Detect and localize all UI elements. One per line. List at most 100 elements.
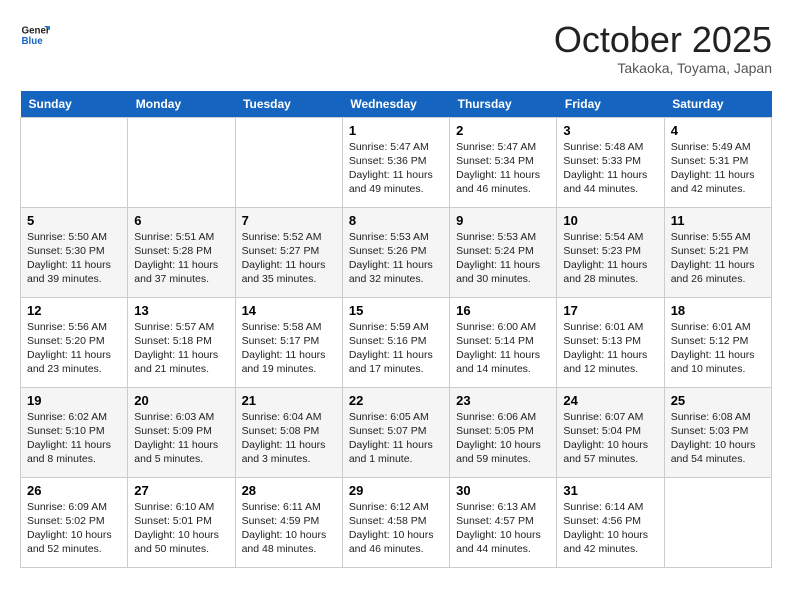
calendar-cell: 26Sunrise: 6:09 AMSunset: 5:02 PMDayligh… (21, 477, 128, 567)
cell-content: Sunrise: 5:48 AMSunset: 5:33 PMDaylight:… (563, 140, 657, 197)
day-number: 30 (456, 483, 550, 498)
day-number: 13 (134, 303, 228, 318)
cell-content: Sunrise: 6:14 AMSunset: 4:56 PMDaylight:… (563, 500, 657, 557)
calendar-cell: 7 Sunrise: 5:52 AMSunset: 5:27 PMDaylight… (235, 207, 342, 297)
calendar-week-row: 5Sunrise: 5:50 AMSunset: 5:30 PMDaylight… (21, 207, 772, 297)
calendar-cell: 13 Sunrise: 5:57 AMSunset: 5:18 PMDayligh… (128, 297, 235, 387)
calendar-cell (21, 117, 128, 207)
calendar-cell: 8Sunrise: 5:53 AMSunset: 5:26 PMDaylight… (342, 207, 449, 297)
calendar-cell: 10 Sunrise: 5:54 AMSunset: 5:23 PMDayligh… (557, 207, 664, 297)
cell-content: Sunrise: 6:05 AMSunset: 5:07 PMDaylight:… (349, 410, 443, 467)
day-number: 24 (563, 393, 657, 408)
cell-content: Sunrise: 6:00 AMSunset: 5:14 PMDaylight:… (456, 320, 550, 377)
calendar-cell: 1 Sunrise: 5:47 AMSunset: 5:36 PMDaylight… (342, 117, 449, 207)
day-number: 29 (349, 483, 443, 498)
logo-icon: General Blue (20, 20, 50, 50)
cell-content: Sunrise: 6:08 AMSunset: 5:03 PMDaylight:… (671, 410, 765, 467)
month-title: October 2025 (554, 20, 772, 60)
day-number: 5 (27, 213, 121, 228)
cell-content: Sunrise: 6:13 AMSunset: 4:57 PMDaylight:… (456, 500, 550, 557)
calendar-cell: 11 Sunrise: 5:55 AMSunset: 5:21 PMDayligh… (664, 207, 771, 297)
cell-content: Sunrise: 6:04 AMSunset: 5:08 PMDaylight:… (242, 410, 336, 467)
day-number: 19 (27, 393, 121, 408)
cell-content: Sunrise: 5:59 AMSunset: 5:16 PMDaylight:… (349, 320, 443, 377)
cell-content: Sunrise: 6:06 AMSunset: 5:05 PMDaylight:… (456, 410, 550, 467)
day-number: 15 (349, 303, 443, 318)
cell-content: Sunrise: 5:57 AMSunset: 5:18 PMDaylight:… (134, 320, 228, 377)
day-number: 21 (242, 393, 336, 408)
calendar-cell (235, 117, 342, 207)
calendar-cell: 17Sunrise: 6:01 AMSunset: 5:13 PMDayligh… (557, 297, 664, 387)
cell-content: Sunrise: 5:54 AMSunset: 5:23 PMDaylight:… (563, 230, 657, 287)
calendar-cell: 15 Sunrise: 5:59 AMSunset: 5:16 PMDayligh… (342, 297, 449, 387)
day-number: 1 (349, 123, 443, 138)
calendar-cell: 14 Sunrise: 5:58 AMSunset: 5:17 PMDayligh… (235, 297, 342, 387)
calendar-week-row: 19 Sunrise: 6:02 AMSunset: 5:10 PMDayligh… (21, 387, 772, 477)
calendar-cell: 16Sunrise: 6:00 AMSunset: 5:14 PMDayligh… (450, 297, 557, 387)
calendar-cell: 2 Sunrise: 5:47 AMSunset: 5:34 PMDaylight… (450, 117, 557, 207)
weekday-header: Wednesday (342, 91, 449, 118)
day-number: 22 (349, 393, 443, 408)
day-number: 3 (563, 123, 657, 138)
calendar-cell: 6 Sunrise: 5:51 AMSunset: 5:28 PMDaylight… (128, 207, 235, 297)
day-number: 28 (242, 483, 336, 498)
day-number: 12 (27, 303, 121, 318)
location: Takaoka, Toyama, Japan (554, 60, 772, 76)
calendar-cell: 27Sunrise: 6:10 AMSunset: 5:01 PMDayligh… (128, 477, 235, 567)
cell-content: Sunrise: 5:56 AMSunset: 5:20 PMDaylight:… (27, 320, 121, 377)
cell-content: Sunrise: 6:11 AMSunset: 4:59 PMDaylight:… (242, 500, 336, 557)
calendar-cell: 3 Sunrise: 5:48 AMSunset: 5:33 PMDaylight… (557, 117, 664, 207)
day-number: 23 (456, 393, 550, 408)
calendar-cell: 5Sunrise: 5:50 AMSunset: 5:30 PMDaylight… (21, 207, 128, 297)
calendar-cell: 23 Sunrise: 6:06 AMSunset: 5:05 PMDayligh… (450, 387, 557, 477)
weekday-header: Thursday (450, 91, 557, 118)
page-header: General Blue General Blue October 2025 T… (20, 20, 772, 76)
calendar-cell: 25 Sunrise: 6:08 AMSunset: 5:03 PMDayligh… (664, 387, 771, 477)
calendar-week-row: 26Sunrise: 6:09 AMSunset: 5:02 PMDayligh… (21, 477, 772, 567)
calendar-cell: 9Sunrise: 5:53 AMSunset: 5:24 PMDaylight… (450, 207, 557, 297)
svg-text:Blue: Blue (22, 36, 44, 47)
day-number: 4 (671, 123, 765, 138)
day-number: 14 (242, 303, 336, 318)
weekday-header: Tuesday (235, 91, 342, 118)
calendar-cell: 18Sunrise: 6:01 AMSunset: 5:12 PMDayligh… (664, 297, 771, 387)
cell-content: Sunrise: 6:10 AMSunset: 5:01 PMDaylight:… (134, 500, 228, 557)
day-number: 10 (563, 213, 657, 228)
calendar-week-row: 1 Sunrise: 5:47 AMSunset: 5:36 PMDaylight… (21, 117, 772, 207)
day-number: 6 (134, 213, 228, 228)
cell-content: Sunrise: 5:58 AMSunset: 5:17 PMDaylight:… (242, 320, 336, 377)
weekday-header-row: SundayMondayTuesdayWednesdayThursdayFrid… (21, 91, 772, 118)
cell-content: Sunrise: 5:55 AMSunset: 5:21 PMDaylight:… (671, 230, 765, 287)
calendar-cell: 19 Sunrise: 6:02 AMSunset: 5:10 PMDayligh… (21, 387, 128, 477)
calendar-cell: 24 Sunrise: 6:07 AMSunset: 5:04 PMDayligh… (557, 387, 664, 477)
day-number: 2 (456, 123, 550, 138)
calendar-cell: 28 Sunrise: 6:11 AMSunset: 4:59 PMDayligh… (235, 477, 342, 567)
calendar-cell: 30 Sunrise: 6:13 AMSunset: 4:57 PMDayligh… (450, 477, 557, 567)
weekday-header: Saturday (664, 91, 771, 118)
weekday-header: Monday (128, 91, 235, 118)
calendar-cell: 21 Sunrise: 6:04 AMSunset: 5:08 PMDayligh… (235, 387, 342, 477)
day-number: 20 (134, 393, 228, 408)
calendar-cell (128, 117, 235, 207)
cell-content: Sunrise: 6:07 AMSunset: 5:04 PMDaylight:… (563, 410, 657, 467)
weekday-header: Sunday (21, 91, 128, 118)
cell-content: Sunrise: 5:47 AMSunset: 5:36 PMDaylight:… (349, 140, 443, 197)
cell-content: Sunrise: 5:51 AMSunset: 5:28 PMDaylight:… (134, 230, 228, 287)
cell-content: Sunrise: 5:53 AMSunset: 5:24 PMDaylight:… (456, 230, 550, 287)
calendar-cell: 29Sunrise: 6:12 AMSunset: 4:58 PMDayligh… (342, 477, 449, 567)
cell-content: Sunrise: 5:47 AMSunset: 5:34 PMDaylight:… (456, 140, 550, 197)
cell-content: Sunrise: 5:53 AMSunset: 5:26 PMDaylight:… (349, 230, 443, 287)
cell-content: Sunrise: 5:52 AMSunset: 5:27 PMDaylight:… (242, 230, 336, 287)
calendar-cell: 31Sunrise: 6:14 AMSunset: 4:56 PMDayligh… (557, 477, 664, 567)
weekday-header: Friday (557, 91, 664, 118)
day-number: 7 (242, 213, 336, 228)
calendar-cell: 20Sunrise: 6:03 AMSunset: 5:09 PMDayligh… (128, 387, 235, 477)
day-number: 25 (671, 393, 765, 408)
cell-content: Sunrise: 6:02 AMSunset: 5:10 PMDaylight:… (27, 410, 121, 467)
cell-content: Sunrise: 6:01 AMSunset: 5:13 PMDaylight:… (563, 320, 657, 377)
cell-content: Sunrise: 6:09 AMSunset: 5:02 PMDaylight:… (27, 500, 121, 557)
cell-content: Sunrise: 5:49 AMSunset: 5:31 PMDaylight:… (671, 140, 765, 197)
day-number: 11 (671, 213, 765, 228)
calendar-week-row: 12 Sunrise: 5:56 AMSunset: 5:20 PMDayligh… (21, 297, 772, 387)
cell-content: Sunrise: 6:01 AMSunset: 5:12 PMDaylight:… (671, 320, 765, 377)
